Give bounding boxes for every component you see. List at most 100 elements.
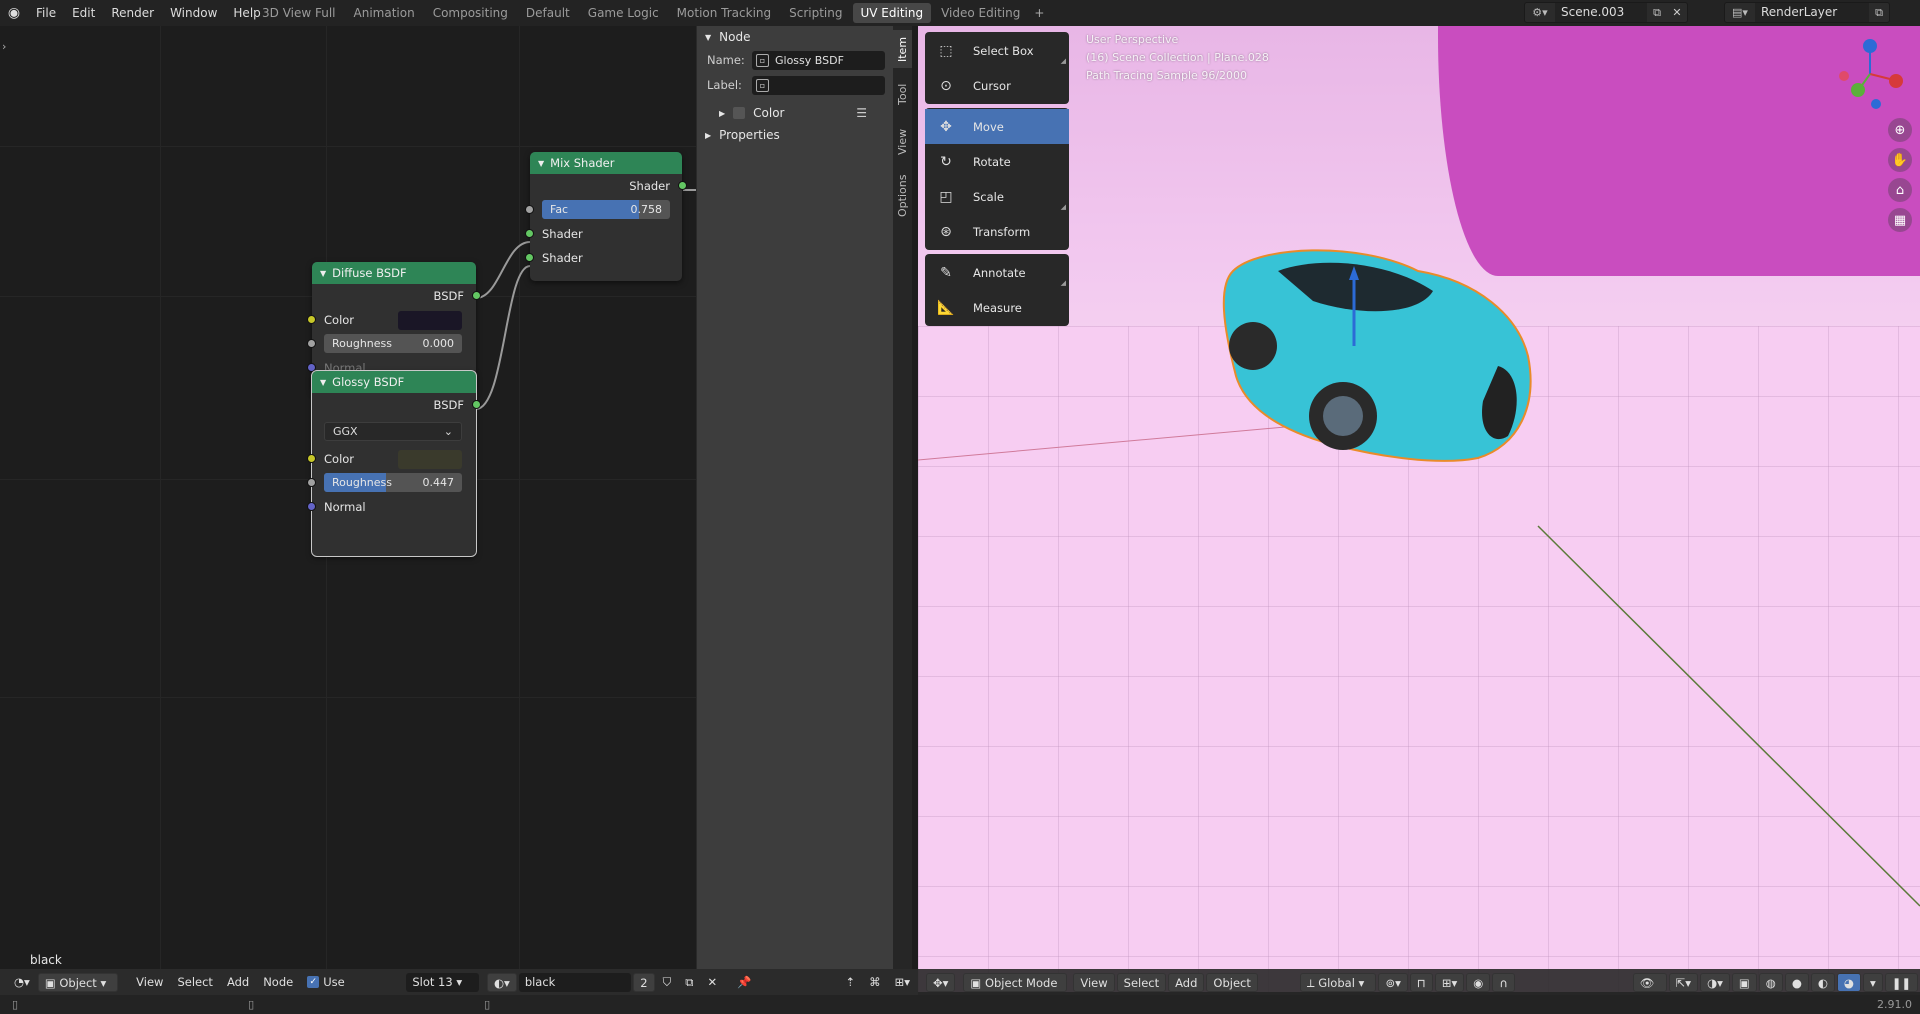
shading-wireframe-icon[interactable]: ◍ [1758, 972, 1783, 992]
menu-add[interactable]: Add [221, 973, 255, 992]
color-socket[interactable] [307, 315, 316, 324]
tab-default[interactable]: Default [518, 3, 578, 23]
shading-options-icon[interactable]: ▾ [1862, 972, 1883, 992]
tab-game-logic[interactable]: Game Logic [580, 3, 667, 23]
distribution-dropdown[interactable]: GGX ⌄ [324, 422, 462, 441]
tool-annotate[interactable]: ✎ Annotate ◢ [925, 255, 1069, 290]
output-socket[interactable] [472, 400, 481, 409]
zoom-icon[interactable]: ⊕ [1888, 118, 1912, 142]
tab-item[interactable]: Item [893, 30, 912, 68]
color-swatch[interactable] [398, 311, 462, 330]
slot-dropdown[interactable]: Slot 13 ▾ [406, 972, 479, 992]
menu-node[interactable]: Node [257, 973, 299, 992]
proportional-falloff-icon[interactable]: ∩ [1492, 972, 1515, 992]
duplicate-material-icon[interactable]: ⧉ [679, 973, 699, 992]
output-socket[interactable] [678, 181, 687, 190]
output-socket[interactable] [472, 291, 481, 300]
unlink-material-icon[interactable]: ✕ [701, 973, 723, 992]
menu-edit[interactable]: Edit [64, 0, 103, 26]
mode-dropdown[interactable]: ▣ Object Mode ▾ [963, 972, 1068, 1009]
camera-icon[interactable]: ⌂ [1888, 178, 1912, 202]
menu-select[interactable]: Select [171, 973, 218, 992]
material-users-count[interactable]: 2 [633, 972, 655, 992]
editor-type-icon[interactable]: ◔▾ [8, 973, 36, 992]
tool-measure[interactable]: 📐 Measure [925, 290, 1069, 325]
snap-icon[interactable]: ⌘ [863, 973, 887, 992]
proportional-edit-icon[interactable]: ◉ [1466, 972, 1491, 992]
menu-view[interactable]: View [1073, 972, 1115, 992]
orientation-dropdown[interactable]: ⟂ Global ▾ [1299, 972, 1377, 992]
visibility-icon[interactable]: 👁▾ [1632, 972, 1667, 1009]
menu-view[interactable]: View [130, 973, 169, 992]
snap-element-icon[interactable]: ⊞▾ [1434, 972, 1465, 992]
glossy-header[interactable]: ▼ Glossy BSDF [312, 371, 476, 393]
color-checkbox[interactable] [733, 107, 746, 119]
snap-toggle-icon[interactable]: ⊓ [1409, 972, 1433, 992]
glossy-bsdf-node[interactable]: ▼ Glossy BSDF BSDF GGX ⌄ Color Roughness … [307, 370, 481, 557]
shading-material-icon[interactable]: ◐ [1810, 972, 1835, 992]
tab-tool[interactable]: Tool [893, 72, 912, 116]
blender-logo-icon[interactable]: ◉ [0, 0, 28, 26]
node-name-field[interactable]: ▫ Glossy BSDF [752, 51, 885, 70]
shading-rendered-icon[interactable]: ◕ [1836, 972, 1861, 992]
roughness-socket[interactable] [307, 339, 316, 348]
fac-field[interactable]: Fac 0.758 [542, 200, 670, 219]
tool-select-box[interactable]: ⬚ Select Box ◢ [925, 33, 1069, 68]
fake-user-shield-icon[interactable]: ⛉ [657, 973, 678, 992]
pivot-point-icon[interactable]: ⊚▾ [1378, 972, 1408, 992]
menu-add[interactable]: Add [1168, 972, 1205, 992]
normal-socket[interactable] [307, 502, 316, 511]
new-scene-icon[interactable]: ⧉ [1647, 6, 1667, 20]
roughness-socket[interactable] [307, 478, 316, 487]
use-nodes-toggle[interactable]: ✓Use Nodes [301, 973, 386, 1008]
node-panel-header[interactable]: ▼ Node [697, 26, 893, 48]
list-icon[interactable]: ☰ [856, 106, 867, 120]
scene-selector[interactable]: ⚙▾ Scene.003 ⧉ ✕ [1524, 2, 1688, 23]
fac-socket[interactable] [525, 205, 534, 214]
roughness-field[interactable]: Roughness 0.000 [324, 334, 462, 353]
tab-animation[interactable]: Animation [346, 3, 423, 23]
menu-object[interactable]: Object [1206, 972, 1258, 992]
tab-options[interactable]: Options [893, 166, 912, 226]
grid-toggle-icon[interactable]: ▦ [1888, 208, 1912, 232]
color-swatch[interactable] [398, 450, 462, 469]
tab-uv-editing[interactable]: UV Editing [852, 3, 932, 23]
collapse-icon[interactable]: ▼ [538, 159, 544, 168]
roughness-field[interactable]: Roughness 0.447 [324, 473, 462, 492]
shader-socket-1[interactable] [525, 229, 534, 238]
tab-motion-tracking[interactable]: Motion Tracking [669, 3, 779, 23]
gizmo-toggle-icon[interactable]: ⇱▾ [1668, 972, 1699, 992]
tool-rotate[interactable]: ↻ Rotate [925, 144, 1069, 179]
parent-node-tree-icon[interactable]: ⇡ [839, 973, 861, 992]
pan-hand-icon[interactable]: ✋ [1888, 148, 1912, 172]
properties-panel-header[interactable]: ▶ Properties [697, 124, 893, 146]
menu-select[interactable]: Select [1116, 972, 1167, 992]
color-socket[interactable] [307, 454, 316, 463]
material-browse-icon[interactable]: ◐▾ [487, 972, 517, 992]
material-name-field[interactable]: black [518, 972, 632, 992]
pause-render-icon[interactable]: ❚❚ [1884, 972, 1919, 992]
tab-3d-view-full[interactable]: 3D View Full [254, 3, 344, 23]
view-layer-name-field[interactable]: RenderLayer [1755, 3, 1869, 22]
view-layer-selector[interactable]: ▤▾ RenderLayer ⧉ [1724, 2, 1890, 23]
tab-scripting[interactable]: Scripting [781, 3, 850, 23]
tool-move[interactable]: ✥ Move [925, 109, 1069, 144]
delete-scene-icon[interactable]: ✕ [1667, 6, 1687, 19]
add-workspace-button[interactable]: + [1030, 3, 1048, 23]
tool-cursor[interactable]: ⊙ Cursor [925, 68, 1069, 103]
snap-element-icon[interactable]: ⊞▾ [889, 973, 916, 992]
tab-view[interactable]: View [893, 120, 912, 164]
menu-file[interactable]: File [28, 0, 64, 26]
color-subpanel-header[interactable]: ▶ Color ☰ [697, 102, 893, 124]
scene-name-field[interactable]: Scene.003 [1555, 3, 1647, 22]
pin-icon[interactable]: 📌 [731, 973, 757, 992]
shading-solid-icon[interactable]: ● [1784, 972, 1809, 992]
menu-window[interactable]: Window [162, 0, 225, 26]
xray-toggle-icon[interactable]: ▣ [1731, 972, 1757, 992]
node-label-field[interactable]: ▫ [752, 76, 885, 95]
editor-type-icon[interactable]: ✥▾ [926, 972, 956, 992]
tab-compositing[interactable]: Compositing [425, 3, 516, 23]
collapse-icon[interactable]: ▼ [320, 378, 326, 387]
navigation-gizmo[interactable] [1830, 34, 1910, 114]
node-editor[interactable]: › ▼ Mix Shader Shader Fac 0.758 Shader Sh… [0, 26, 696, 982]
